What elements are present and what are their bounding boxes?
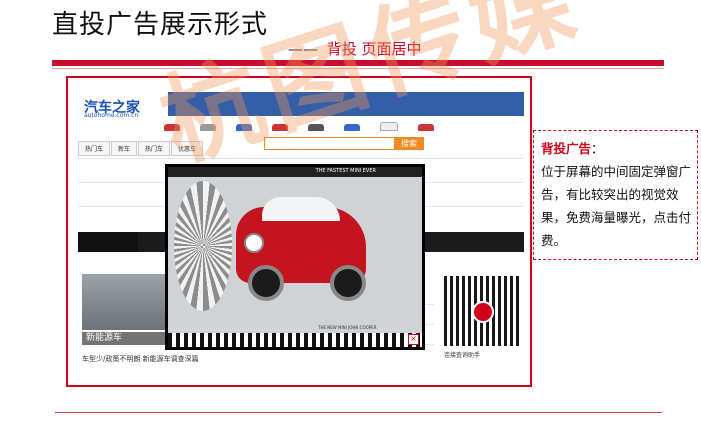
website-screenshot: 汽车之家 autohome.com.cn 热门车 新车 热门车 优惠车 搜索 新能源车… bbox=[66, 76, 532, 387]
tab-2[interactable]: 热门车 bbox=[138, 141, 171, 156]
search-input[interactable] bbox=[264, 137, 396, 150]
popup-header-text: THE FASTEST MINI EVER bbox=[315, 168, 376, 174]
qr-logo-icon bbox=[472, 301, 494, 323]
slide-subtitle: —— 背投 页面居中 bbox=[288, 38, 422, 59]
site-logo-sub: autohome.com.cn bbox=[84, 112, 139, 119]
subtitle-dash: —— bbox=[288, 40, 318, 58]
news-subcaption[interactable]: 车型少/政策不明朗 新能源车调查深篇 bbox=[82, 354, 199, 364]
popup-footer-text: THE NEW MINI JOHN COOPER bbox=[318, 325, 377, 330]
main-nav-bar[interactable] bbox=[168, 92, 524, 116]
tab-3[interactable]: 优惠车 bbox=[171, 141, 204, 156]
footer-divider bbox=[55, 412, 662, 413]
header-divider-thin bbox=[52, 68, 664, 69]
top-links bbox=[76, 81, 78, 88]
tab-1[interactable]: 新车 bbox=[111, 141, 138, 156]
fan-graphic bbox=[174, 181, 232, 311]
slide-title: 直投广告展示形式 bbox=[52, 10, 269, 40]
car-brand-strip bbox=[164, 116, 524, 131]
callout-box: 背投广告： 位于屏幕的中间固定弹窗广告，有比较突出的视觉效果，免费海量曝光，点击付… bbox=[533, 130, 698, 260]
close-icon[interactable]: × bbox=[408, 334, 419, 345]
callout-keyword: 背投广告 bbox=[541, 141, 592, 156]
callout-body: 位于屏幕的中间固定弹窗广告，有比较突出的视觉效果，免费海量曝光，点击付费。 bbox=[541, 164, 692, 248]
callout-text: 背投广告： 位于屏幕的中间固定弹窗广告，有比较突出的视觉效果，免费海量曝光，点击付… bbox=[541, 137, 691, 252]
search-button[interactable]: 搜索 bbox=[394, 137, 424, 150]
divider bbox=[78, 158, 524, 159]
subtitle-text: 背投 页面居中 bbox=[326, 40, 422, 58]
checkered-strip bbox=[168, 333, 422, 347]
nav-tabs: 热门车 新车 热门车 优惠车 bbox=[78, 136, 204, 156]
qr-caption: 连接查询助手 bbox=[444, 352, 481, 359]
callout-colon: ： bbox=[591, 141, 604, 156]
header-divider bbox=[52, 60, 664, 66]
tab-0[interactable]: 热门车 bbox=[78, 141, 111, 156]
car-image bbox=[236, 197, 366, 301]
news-image[interactable] bbox=[82, 274, 174, 330]
popup-header: THE FASTEST MINI EVER bbox=[168, 167, 422, 177]
popup-ad[interactable]: THE FASTEST MINI EVER THE NEW MINI JOHN … bbox=[165, 164, 425, 350]
